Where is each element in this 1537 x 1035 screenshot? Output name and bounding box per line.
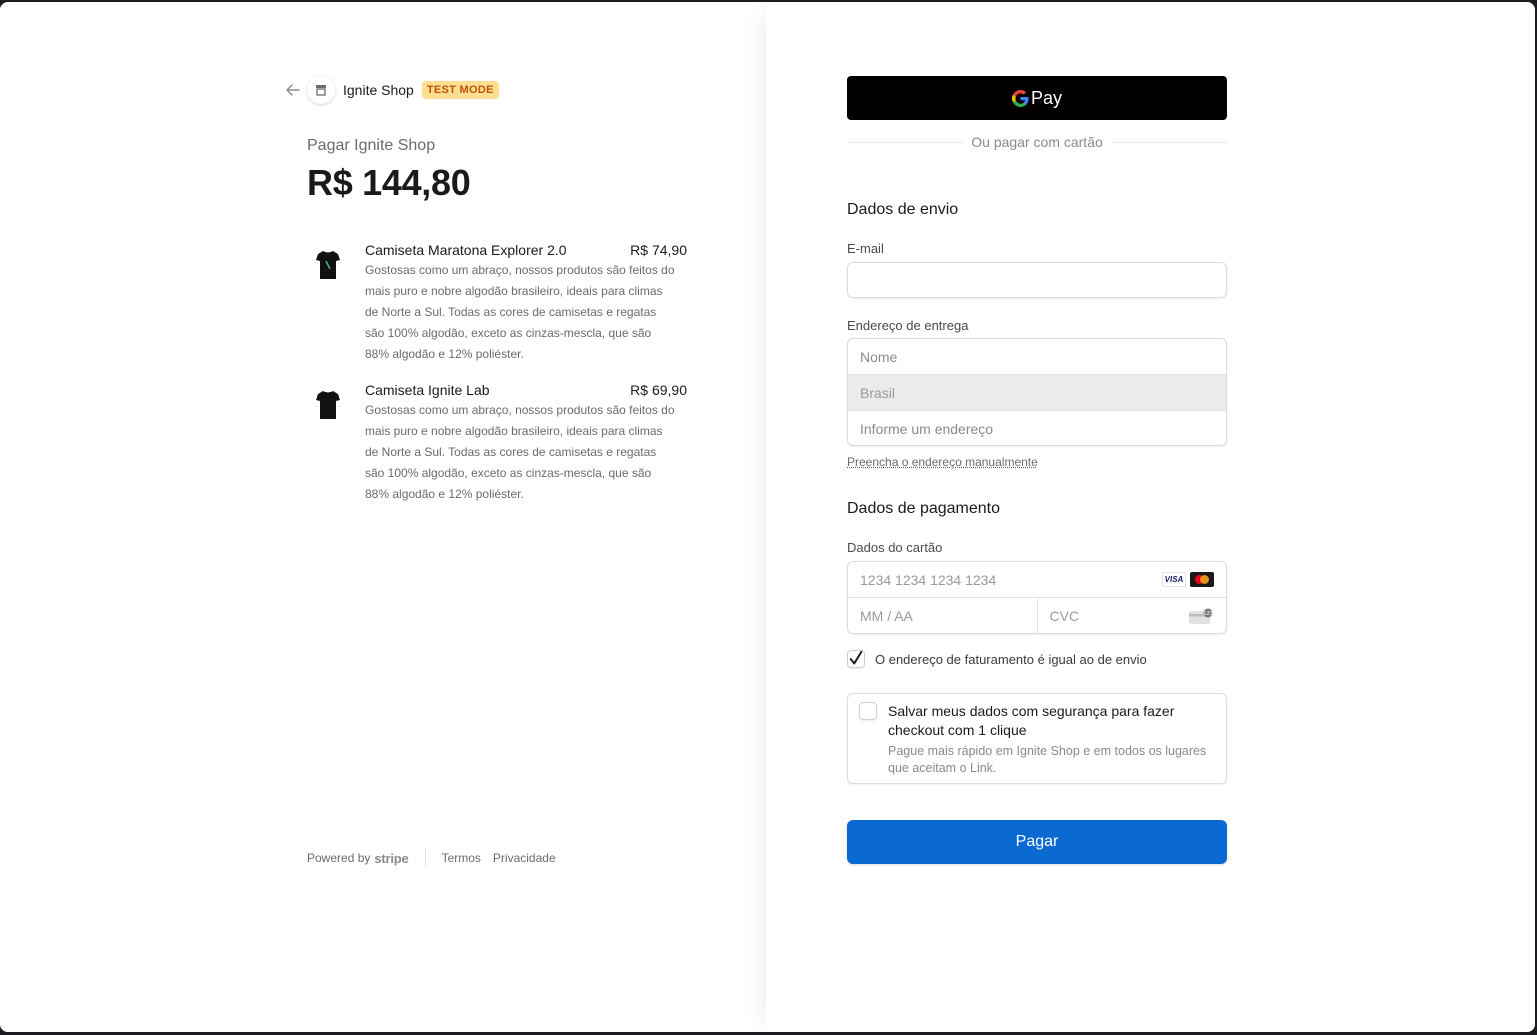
item-price: R$ 74,90	[630, 242, 687, 258]
card-expiry-cvc-row: MM / AA CVC 123	[848, 598, 1227, 633]
cvc-card-icon: 123	[1189, 608, 1213, 624]
shipping-title: Dados de envio	[847, 201, 959, 218]
tshirt-icon	[307, 384, 349, 426]
name-field[interactable]: Nome	[848, 339, 1226, 375]
item-name: Camiseta Maratona Explorer 2.0	[365, 242, 567, 258]
tshirt-icon	[307, 244, 349, 286]
footer: Powered by stripe Termos Privacidade	[307, 848, 556, 868]
billing-same-checkbox[interactable]	[847, 650, 865, 668]
checkmark-icon	[849, 650, 863, 665]
link-save-box[interactable]: Salvar meus dados com segurança para faz…	[847, 693, 1227, 784]
payment-title: Dados de pagamento	[847, 500, 1000, 517]
google-pay-label: Pay	[1030, 87, 1063, 108]
payment-panel: Pay Ou pagar com cartão Dados de envio E…	[766, 2, 1535, 1032]
stripe-logo: stripe	[374, 850, 409, 866]
footer-divider	[424, 848, 426, 868]
item-description: Gostosas como um abraço, nossos produtos…	[365, 263, 675, 361]
billing-same-row[interactable]: O endereço de faturamento é igual ao de …	[847, 650, 1147, 668]
pay-button[interactable]: Pagar	[847, 820, 1227, 864]
total-amount: R$ 144,80	[307, 162, 471, 203]
shop-name: Ignite Shop	[343, 82, 414, 98]
shop-header: Ignite Shop TEST MODE	[284, 76, 499, 104]
card-number-field[interactable]: 1234 1234 1234 1234 VISA	[848, 562, 1226, 598]
save-data-checkbox[interactable]	[859, 702, 877, 720]
card-brands: VISA	[1162, 572, 1214, 587]
cvc-field[interactable]: CVC 123	[1036, 598, 1227, 633]
checkout-window: Ignite Shop TEST MODE Pagar Ignite Shop …	[0, 2, 1535, 1032]
item-description: Gostosas como um abraço, nossos produtos…	[365, 403, 675, 501]
svg-text:123: 123	[1203, 611, 1213, 617]
expiry-placeholder: MM / AA	[860, 608, 913, 624]
address-group: Nome Brasil Informe um endereço	[847, 338, 1227, 446]
manual-address-link[interactable]: Preencha o endereço manualmente	[847, 455, 1038, 469]
email-field[interactable]	[847, 262, 1227, 298]
privacy-link[interactable]: Privacidade	[493, 851, 556, 865]
or-pay-card-text: Ou pagar com cartão	[971, 134, 1103, 150]
powered-by-label: Powered by	[307, 851, 371, 865]
cvc-placeholder: CVC	[1049, 608, 1080, 624]
google-g-icon	[1011, 89, 1029, 107]
test-mode-badge: TEST MODE	[421, 81, 499, 99]
save-data-title: Salvar meus dados com segurança para faz…	[888, 703, 1175, 738]
item-name: Camiseta Ignite Lab	[365, 382, 490, 398]
address-field[interactable]: Informe um endereço	[848, 411, 1226, 445]
shop-logo-icon	[307, 76, 335, 104]
or-divider: Ou pagar com cartão	[847, 134, 1228, 150]
terms-link[interactable]: Termos	[442, 851, 481, 865]
expiry-field[interactable]: MM / AA	[848, 598, 1037, 633]
mastercard-icon	[1190, 572, 1214, 587]
address-label: Endereço de entrega	[847, 318, 969, 333]
order-summary-panel: Ignite Shop TEST MODE Pagar Ignite Shop …	[0, 2, 766, 1032]
google-pay-button[interactable]: Pay	[847, 76, 1227, 120]
item-price: R$ 69,90	[630, 382, 687, 398]
card-number-placeholder: 1234 1234 1234 1234	[860, 571, 997, 588]
card-label: Dados do cartão	[847, 540, 943, 555]
billing-same-label: O endereço de faturamento é igual ao de …	[875, 651, 1147, 667]
email-label: E-mail	[847, 241, 884, 256]
save-data-description: Pague mais rápido em Ignite Shop e em to…	[888, 744, 1207, 775]
visa-icon: VISA	[1162, 572, 1186, 587]
powered-by-stripe[interactable]: Powered by stripe	[307, 851, 409, 866]
card-group: 1234 1234 1234 1234 VISA MM / AA CVC 123	[847, 561, 1227, 634]
country-select[interactable]: Brasil	[848, 375, 1226, 411]
back-arrow-icon[interactable]	[284, 81, 302, 99]
pay-title: Pagar Ignite Shop	[307, 137, 436, 154]
